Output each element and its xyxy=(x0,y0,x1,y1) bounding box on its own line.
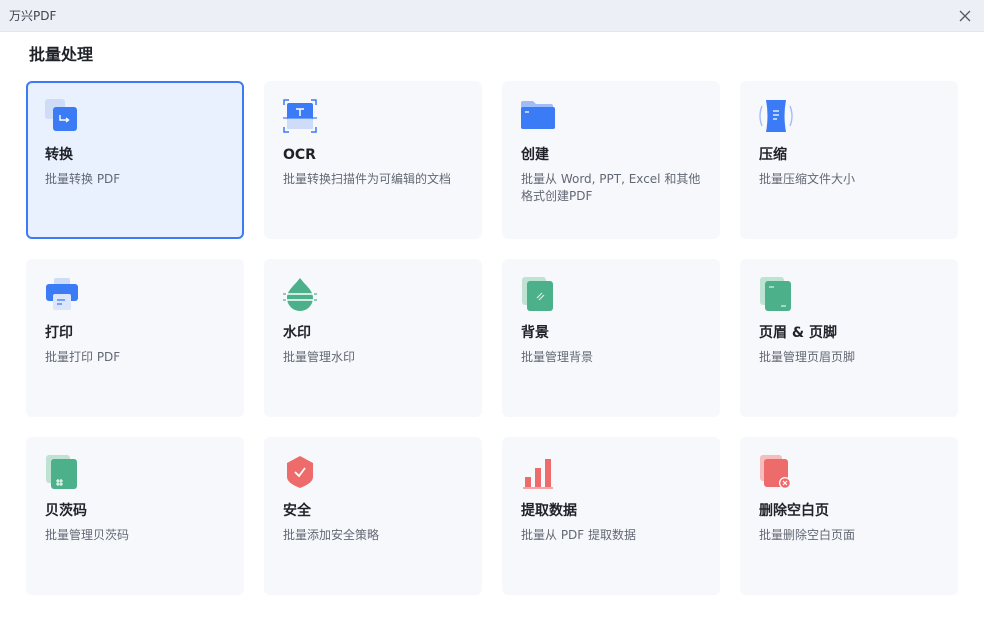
convert-icon xyxy=(45,99,79,133)
card-desc: 批量删除空白页面 xyxy=(759,528,856,542)
card-delete-blank-page[interactable]: 删除空白页 批量删除空白页面 xyxy=(740,437,958,595)
card-watermark[interactable]: 水印 批量管理水印 xyxy=(264,259,482,417)
card-title: 背景 xyxy=(521,325,549,341)
card-desc: 批量添加安全策略 xyxy=(283,528,380,542)
page-title: 批量处理 xyxy=(29,45,94,64)
window-title: 万兴PDF xyxy=(9,9,57,23)
batch-panel: 批量处理 转换 批量转换 PDF OCR 批量转换扫描件为可编辑的文档 创建 批… xyxy=(0,44,984,595)
card-title: 贝茨码 xyxy=(45,503,87,519)
card-desc: 批量转换扫描件为可编辑的文档 xyxy=(283,172,452,186)
card-security[interactable]: 安全 批量添加安全策略 xyxy=(264,437,482,595)
card-header-footer[interactable]: 页眉 & 页脚 批量管理页眉页脚 xyxy=(740,259,958,417)
card-desc: 批量管理贝茨码 xyxy=(45,528,130,542)
card-desc: 批量管理页眉页脚 xyxy=(759,350,856,364)
card-desc: 批量从 Word, PPT, Excel 和其他格式创建PDF xyxy=(521,172,701,203)
card-title: OCR xyxy=(283,147,316,163)
card-ocr[interactable]: OCR 批量转换扫描件为可编辑的文档 xyxy=(264,81,482,239)
card-title: 转换 xyxy=(45,147,73,163)
card-extract-data[interactable]: 提取数据 批量从 PDF 提取数据 xyxy=(502,437,720,595)
folder-icon xyxy=(521,99,555,133)
card-title: 提取数据 xyxy=(521,503,577,519)
bar-chart-icon xyxy=(521,455,555,489)
card-print[interactable]: 打印 批量打印 PDF xyxy=(26,259,244,417)
card-desc: 批量管理背景 xyxy=(521,350,594,364)
card-desc: 批量转换 PDF xyxy=(45,172,121,186)
card-title: 打印 xyxy=(45,325,73,341)
printer-icon xyxy=(45,277,79,311)
card-title: 压缩 xyxy=(759,147,787,163)
bates-number-icon xyxy=(45,455,79,489)
card-create[interactable]: 创建 批量从 Word, PPT, Excel 和其他格式创建PDF xyxy=(502,81,720,239)
watermark-icon xyxy=(283,277,317,311)
card-desc: 批量从 PDF 提取数据 xyxy=(521,528,637,542)
card-compress[interactable]: 压缩 批量压缩文件大小 xyxy=(740,81,958,239)
compress-icon xyxy=(759,99,793,133)
card-desc: 批量管理水印 xyxy=(283,350,356,364)
header-footer-icon xyxy=(759,277,793,311)
title-bar: 万兴PDF xyxy=(0,0,984,32)
card-title: 删除空白页 xyxy=(759,503,829,519)
delete-blank-page-icon xyxy=(759,455,793,489)
card-convert[interactable]: 转换 批量转换 PDF xyxy=(26,81,244,239)
ocr-icon xyxy=(283,99,317,133)
card-desc: 批量打印 PDF xyxy=(45,350,121,364)
card-bates[interactable]: 贝茨码 批量管理贝茨码 xyxy=(26,437,244,595)
card-background[interactable]: 背景 批量管理背景 xyxy=(502,259,720,417)
card-title: 创建 xyxy=(521,147,549,163)
card-title: 页眉 & 页脚 xyxy=(759,325,837,341)
close-icon[interactable] xyxy=(954,5,976,27)
background-icon xyxy=(521,277,555,311)
security-shield-icon xyxy=(283,455,317,489)
card-title: 安全 xyxy=(283,503,311,519)
card-desc: 批量压缩文件大小 xyxy=(759,172,856,186)
tool-grid: 转换 批量转换 PDF OCR 批量转换扫描件为可编辑的文档 创建 批量从 Wo… xyxy=(26,81,958,595)
card-title: 水印 xyxy=(283,325,311,341)
